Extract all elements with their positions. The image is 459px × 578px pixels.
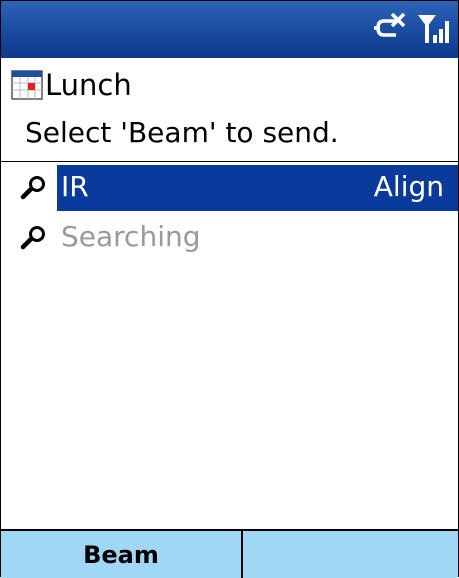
phone-screen: Lunch Select 'Beam' to send. IR Align Se… xyxy=(0,0,459,578)
device-status: Align xyxy=(373,170,444,203)
status-bar xyxy=(1,1,458,58)
beam-softkey[interactable]: Beam xyxy=(1,531,243,578)
status-icons xyxy=(372,11,452,49)
calendar-icon xyxy=(11,70,43,100)
signal-strength-icon xyxy=(416,11,452,49)
device-name: IR xyxy=(61,170,89,203)
connectivity-off-icon xyxy=(372,11,412,49)
device-item-ir[interactable]: IR Align xyxy=(1,165,458,211)
device-name: Searching xyxy=(61,220,201,253)
magnifier-icon xyxy=(19,175,47,201)
divider xyxy=(1,161,458,162)
page-title: Lunch xyxy=(45,67,132,102)
title-bar: Lunch xyxy=(1,61,458,109)
instruction-text: Select 'Beam' to send. xyxy=(25,116,339,149)
magnifier-icon xyxy=(19,225,47,251)
softkey-bar: Beam xyxy=(1,529,458,578)
right-softkey[interactable] xyxy=(243,531,458,578)
device-item-searching[interactable]: Searching xyxy=(1,215,458,261)
